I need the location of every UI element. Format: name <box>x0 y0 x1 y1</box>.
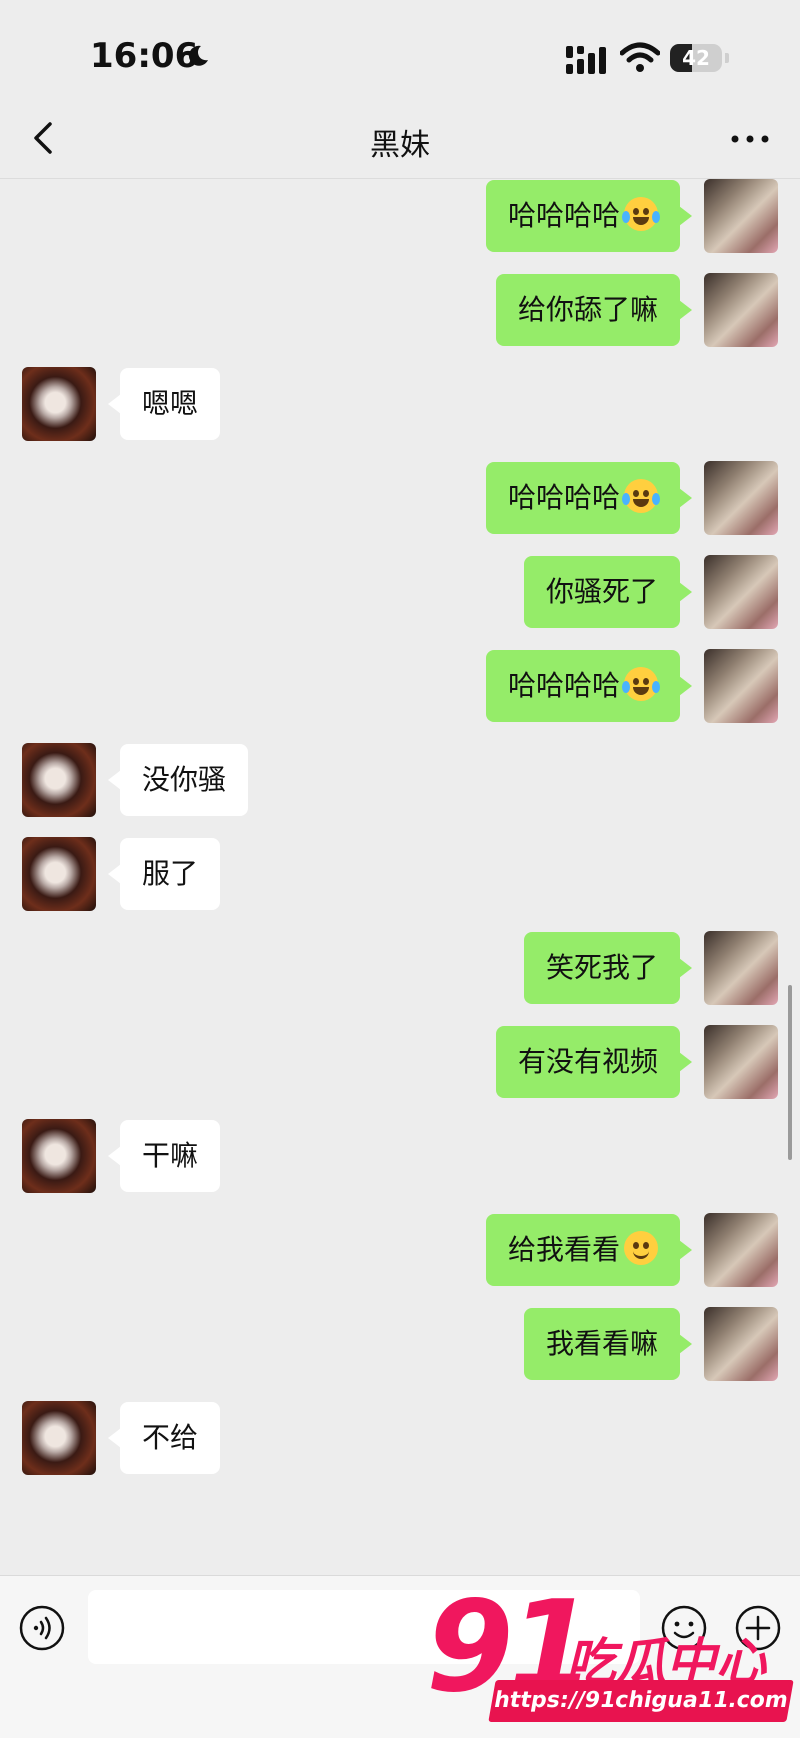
message-row: 给你舔了嘛 <box>0 273 800 349</box>
moon-icon <box>188 45 208 66</box>
contact-avatar[interactable] <box>22 367 96 441</box>
nav-bar: 黑妹 <box>0 100 800 179</box>
sent-message-bubble[interactable]: 哈哈哈哈 <box>485 650 693 722</box>
more-icon[interactable] <box>726 124 774 154</box>
message-text: 有没有视频 <box>517 1045 658 1078</box>
watermark-url: https://91chigua11.com <box>488 1680 794 1722</box>
received-message-bubble[interactable]: 没你骚 <box>107 744 249 816</box>
sent-message-bubble[interactable]: 你骚死了 <box>523 556 693 628</box>
status-time: 16:06 <box>90 36 199 76</box>
contact-avatar[interactable] <box>22 1401 96 1475</box>
my-avatar[interactable] <box>704 1213 778 1287</box>
sent-message-bubble[interactable]: 我看看嘛 <box>523 1308 693 1380</box>
message-row: 你骚死了 <box>0 555 800 631</box>
message-text: 哈哈哈哈 <box>507 481 620 514</box>
message-row: 干嘛 <box>0 1119 800 1195</box>
signal-icon <box>566 46 606 74</box>
message-row: 哈哈哈哈 <box>0 179 800 255</box>
message-text: 给你舔了嘛 <box>517 293 658 326</box>
message-row: 我看看嘛 <box>0 1307 800 1383</box>
message-row: 不给 <box>0 1401 800 1477</box>
message-row: 哈哈哈哈 <box>0 461 800 537</box>
tears-of-joy-emoji-icon <box>622 197 660 231</box>
message-text: 服了 <box>142 857 199 890</box>
received-message-bubble[interactable]: 不给 <box>107 1402 221 1474</box>
wifi-icon <box>620 42 660 72</box>
sent-message-bubble[interactable]: 哈哈哈哈 <box>485 462 693 534</box>
message-row: 笑死我了 <box>0 931 800 1007</box>
message-text: 你骚死了 <box>545 575 658 608</box>
battery-cap <box>725 53 729 63</box>
scrollbar[interactable] <box>788 985 792 1160</box>
message-text: 嗯嗯 <box>142 387 199 420</box>
my-avatar[interactable] <box>704 179 778 253</box>
my-avatar[interactable] <box>704 273 778 347</box>
sent-message-bubble[interactable]: 笑死我了 <box>523 932 693 1004</box>
tears-of-joy-emoji-icon <box>622 479 660 513</box>
message-row: 没你骚 <box>0 743 800 819</box>
tears-of-joy-emoji-icon <box>622 667 660 701</box>
my-avatar[interactable] <box>704 649 778 723</box>
smile-emoji-icon <box>624 1231 658 1265</box>
message-row: 服了 <box>0 837 800 913</box>
message-text: 哈哈哈哈 <box>507 669 620 702</box>
message-text: 不给 <box>142 1421 199 1454</box>
message-text: 没你骚 <box>142 763 227 796</box>
watermark-logo: 91 吃瓜中心 https://91chigua11.com <box>426 1582 796 1738</box>
sent-message-bubble[interactable]: 有没有视频 <box>495 1026 693 1098</box>
message-text: 笑死我了 <box>545 951 658 984</box>
message-text: 干嘛 <box>142 1139 199 1172</box>
my-avatar[interactable] <box>704 1025 778 1099</box>
message-row: 嗯嗯 <box>0 367 800 443</box>
message-row: 有没有视频 <box>0 1025 800 1101</box>
message-text: 我看看嘛 <box>545 1327 658 1360</box>
battery-percent: 42 <box>682 46 710 70</box>
sent-message-bubble[interactable]: 给你舔了嘛 <box>495 274 693 346</box>
battery-indicator: 42 <box>670 44 722 72</box>
my-avatar[interactable] <box>704 555 778 629</box>
sent-message-bubble[interactable]: 哈哈哈哈 <box>485 180 693 252</box>
status-bar: 16:06 42 <box>0 0 800 100</box>
message-row: 哈哈哈哈 <box>0 649 800 725</box>
voice-icon[interactable] <box>18 1604 66 1652</box>
received-message-bubble[interactable]: 服了 <box>107 838 221 910</box>
sent-message-bubble[interactable]: 给我看看 <box>485 1214 693 1286</box>
contact-avatar[interactable] <box>22 837 96 911</box>
message-row: 给我看看 <box>0 1213 800 1289</box>
message-text: 哈哈哈哈 <box>507 199 620 232</box>
my-avatar[interactable] <box>704 461 778 535</box>
chat-screen: 16:06 42 黑妹 哈哈哈哈 给你舔了嘛 嗯嗯 哈哈哈哈 你骚死了 哈哈哈哈… <box>0 0 800 1738</box>
received-message-bubble[interactable]: 嗯嗯 <box>107 368 221 440</box>
chat-title: 黑妹 <box>370 128 430 163</box>
message-text: 给我看看 <box>507 1233 620 1266</box>
contact-avatar[interactable] <box>22 743 96 817</box>
message-list[interactable]: 哈哈哈哈 给你舔了嘛 嗯嗯 哈哈哈哈 你骚死了 哈哈哈哈 没你骚 服了 笑死我了 有没有视频 干嘛给… <box>0 179 800 1575</box>
my-avatar[interactable] <box>704 1307 778 1381</box>
contact-avatar[interactable] <box>22 1119 96 1193</box>
received-message-bubble[interactable]: 干嘛 <box>107 1120 221 1192</box>
my-avatar[interactable] <box>704 931 778 1005</box>
